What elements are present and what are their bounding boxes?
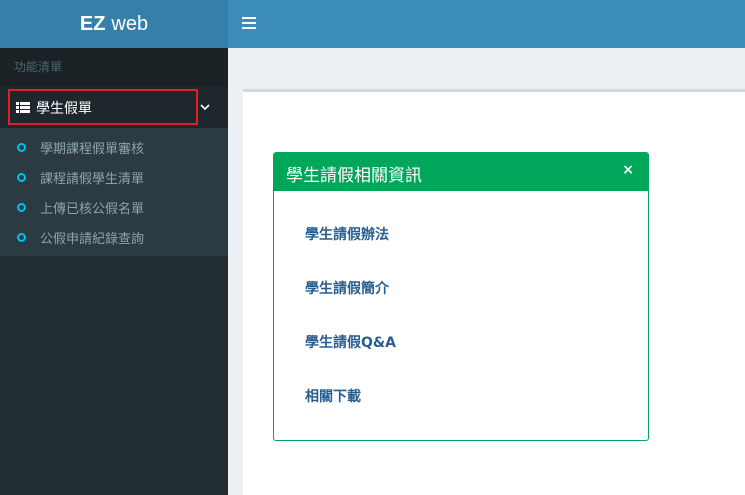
info-box: 學生請假相關資訊 × 學生請假辦法 學生請假簡介 學生請假Q&A 相關下載 bbox=[273, 152, 649, 441]
menu-toggle-icon[interactable] bbox=[242, 17, 256, 29]
submenu-item-official-records[interactable]: 公假申請紀錄查詢 bbox=[0, 222, 228, 252]
close-icon[interactable]: × bbox=[622, 162, 634, 178]
app-logo[interactable]: EZ web bbox=[0, 0, 228, 48]
sidebar-item-student-leave[interactable]: 學生假單 bbox=[0, 86, 228, 128]
submenu-item-label: 上傳已核公假名單 bbox=[40, 201, 145, 217]
submenu-item-course-review[interactable]: 學期課程假單審核 bbox=[0, 132, 228, 162]
submenu-item-label: 學期課程假單審核 bbox=[40, 141, 145, 157]
box-links: 學生請假辦法 學生請假簡介 學生請假Q&A 相關下載 bbox=[274, 191, 648, 436]
submenu-item-label: 課程請假學生清單 bbox=[40, 171, 145, 187]
sidebar-header: 功能清單 bbox=[0, 48, 228, 86]
logo-rest: web bbox=[111, 12, 149, 35]
submenu-item-upload-official[interactable]: 上傳已核公假名單 bbox=[0, 192, 228, 222]
submenu-item-label: 公假申請紀錄查詢 bbox=[40, 231, 145, 247]
circle-icon bbox=[17, 172, 26, 182]
logo-bold: EZ bbox=[79, 12, 106, 35]
highlight-box bbox=[8, 89, 198, 125]
box-title: 學生請假相關資訊 bbox=[286, 166, 422, 186]
box-header: 學生請假相關資訊 × bbox=[274, 153, 648, 191]
submenu: 學期課程假單審核 課程請假學生清單 上傳已核公假名單 公假申請紀錄查詢 bbox=[0, 128, 228, 256]
sidebar: 功能清單 學生假單 學期課程假單審核 課程請假學生清單 上傳已核公假名單 公假申… bbox=[0, 48, 228, 495]
submenu-item-leave-students[interactable]: 課程請假學生清單 bbox=[0, 162, 228, 192]
circle-icon bbox=[17, 202, 26, 212]
circle-icon bbox=[17, 142, 26, 152]
content-header bbox=[228, 48, 745, 88]
link-downloads[interactable]: 相關下載 bbox=[305, 382, 648, 436]
link-leave-rules[interactable]: 學生請假辦法 bbox=[305, 220, 648, 274]
circle-icon bbox=[17, 232, 26, 242]
link-leave-intro[interactable]: 學生請假簡介 bbox=[305, 274, 648, 328]
chevron-down-icon bbox=[200, 104, 210, 111]
top-navbar bbox=[228, 0, 745, 48]
link-leave-qa[interactable]: 學生請假Q&A bbox=[305, 328, 648, 382]
